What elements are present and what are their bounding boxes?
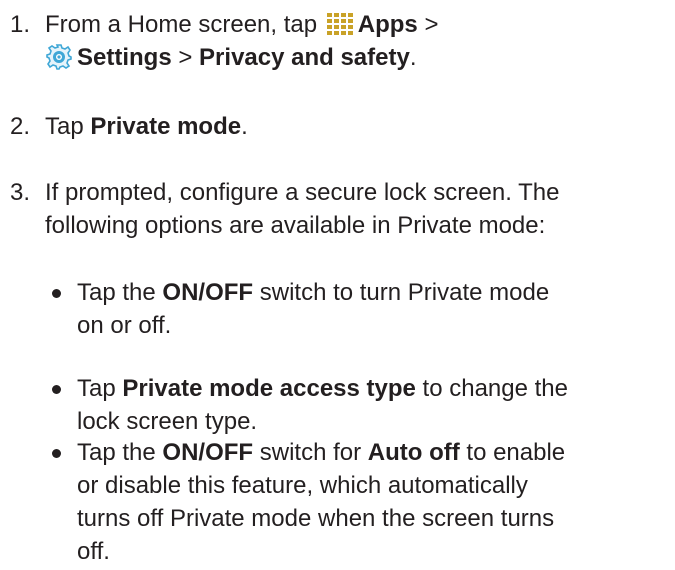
text-run: Tap the	[77, 439, 163, 466]
text-run: to change the	[415, 375, 568, 402]
option-bullet: Tap the ON/OFF switch for Auto off to en…	[47, 436, 667, 568]
step-number: 2.	[10, 113, 31, 140]
private-mode-label: Private mode	[90, 113, 242, 140]
on-off-label: ON/OFF	[162, 439, 254, 466]
access-type-label: Private mode access type	[122, 375, 416, 402]
on-off-label: ON/OFF	[162, 279, 254, 306]
step-text: If prompted, configure a secure lock scr…	[45, 176, 665, 242]
bullet-dot	[52, 449, 61, 458]
option-bullet: Tap Private mode access type to change t…	[47, 372, 667, 438]
separator: >	[417, 11, 439, 38]
bullet-line: Tap the ON/OFF switch for Auto off to en…	[77, 436, 667, 469]
instruction-page: 1. From a Home screen, tap Apps > Settin…	[0, 0, 675, 570]
bullet-line: lock screen type.	[77, 408, 258, 435]
text-run: switch for	[253, 439, 368, 466]
settings-gear-icon	[45, 43, 73, 71]
apps-grid-icon	[326, 12, 354, 36]
step-number: 3.	[10, 179, 31, 206]
bullet-text: Tap Private mode access type to change t…	[77, 372, 667, 438]
step-text: Tap Private mode.	[45, 110, 665, 143]
bullet-line: on or off.	[77, 312, 172, 339]
bullet-dot	[52, 289, 61, 298]
bullet-line: turns off Private mode when the screen t…	[77, 505, 555, 532]
auto-off-label: Auto off	[367, 439, 460, 466]
punctuation: .	[409, 44, 417, 71]
bullet-line: Tap Private mode access type to change t…	[77, 372, 667, 405]
step-line: Settings > Privacy and safety.	[45, 41, 665, 74]
bullet-line: or disable this feature, which automatic…	[77, 472, 528, 499]
step-line: If prompted, configure a secure lock scr…	[45, 179, 560, 206]
step-line: following options are available in Priva…	[45, 212, 546, 239]
text-run: Tap the	[77, 279, 163, 306]
bullet-line: off.	[77, 538, 110, 565]
text-run: Tap	[77, 375, 123, 402]
step-text-pre: Tap	[45, 113, 91, 140]
step-text-pre: From a Home screen, tap	[45, 11, 318, 38]
option-bullet: Tap the ON/OFF switch to turn Private mo…	[47, 276, 667, 342]
step-text: From a Home screen, tap Apps > Settings …	[45, 8, 665, 74]
bullet-line: Tap the ON/OFF switch to turn Private mo…	[77, 276, 667, 309]
privacy-label: Privacy and safety	[199, 44, 410, 71]
punctuation: .	[241, 113, 248, 140]
step-number: 1.	[10, 11, 31, 38]
bullet-text: Tap the ON/OFF switch for Auto off to en…	[77, 436, 667, 568]
step-3: 3. If prompted, configure a secure lock …	[0, 176, 675, 246]
bullet-dot	[52, 385, 61, 394]
text-run: switch to turn Private mode	[253, 279, 550, 306]
separator: >	[171, 44, 200, 71]
step-2: 2. Tap Private mode.	[0, 110, 675, 143]
apps-label: Apps	[357, 11, 418, 38]
step-1: 1. From a Home screen, tap Apps > Settin…	[0, 8, 675, 78]
settings-label: Settings	[77, 44, 172, 71]
step-line: From a Home screen, tap Apps >	[45, 8, 665, 41]
bullet-text: Tap the ON/OFF switch to turn Private mo…	[77, 276, 667, 342]
text-run: to enable	[459, 439, 566, 466]
